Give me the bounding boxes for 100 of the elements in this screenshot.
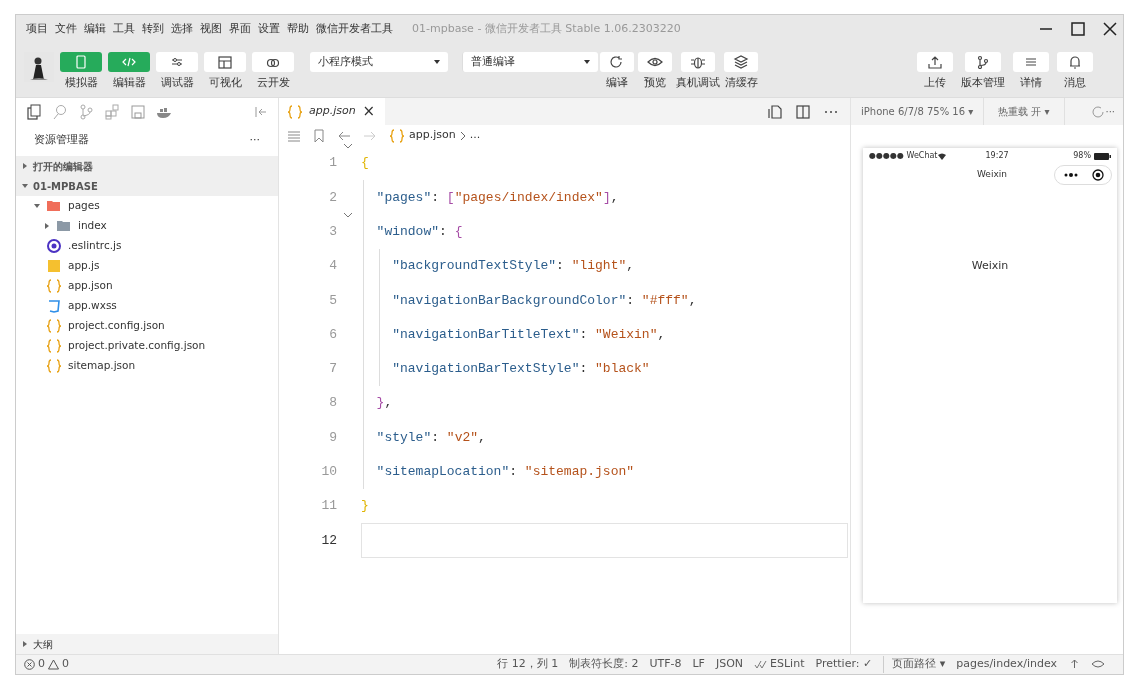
- branch-icon: [975, 55, 991, 69]
- status-item[interactable]: JSON: [715, 656, 744, 673]
- sliders-icon: [169, 55, 185, 69]
- error-count[interactable]: 0: [38, 656, 45, 673]
- menu-item[interactable]: 设置: [258, 20, 280, 38]
- warning-count[interactable]: 0: [62, 656, 69, 673]
- upload-icon: [927, 55, 943, 69]
- code-token: {: [454, 223, 463, 241]
- upload-icon[interactable]: [1068, 658, 1081, 671]
- status-item[interactable]: LF: [692, 656, 705, 673]
- json-file-icon: [46, 318, 62, 334]
- folder-name[interactable]: pages: [68, 198, 100, 214]
- cloud-button[interactable]: [252, 52, 294, 72]
- menu-item[interactable]: 编辑: [84, 20, 106, 38]
- status-item[interactable]: 页面路径 ▾: [883, 656, 946, 673]
- code-token: ,: [610, 188, 619, 207]
- code-token: ,: [626, 257, 635, 276]
- fold-chevron-icon[interactable]: [343, 143, 353, 149]
- line-number: 9: [328, 428, 337, 447]
- bug-button[interactable]: [681, 52, 715, 72]
- file-name[interactable]: app.wxss: [68, 298, 117, 314]
- maximize-icon[interactable]: [1071, 22, 1085, 36]
- section-header[interactable]: 打开的编辑器: [33, 158, 93, 174]
- button-label: 编译: [606, 75, 628, 91]
- close-tab-button[interactable]: ×: [362, 100, 375, 123]
- eye-button[interactable]: [638, 52, 672, 72]
- json-file-icon: [287, 103, 303, 120]
- close-icon[interactable]: [1103, 22, 1117, 36]
- save-icon[interactable]: [130, 103, 146, 120]
- mode-dropdown[interactable]: 小程序模式: [310, 52, 448, 72]
- hot-reload-dropdown[interactable]: 热重载 开 ▾: [984, 98, 1065, 125]
- code-token: "pages": [375, 188, 432, 207]
- button-label: 消息: [1064, 75, 1086, 91]
- menu-item[interactable]: 项目: [26, 20, 48, 38]
- line-number: 5: [328, 291, 337, 310]
- code-token: "backgroundTextStyle": [391, 257, 557, 276]
- editor-tab[interactable]: app.json ×: [279, 98, 385, 125]
- line-number: 11: [320, 497, 337, 516]
- file-name[interactable]: app.js: [68, 258, 100, 274]
- battery-text: 98%: [1073, 150, 1091, 162]
- wifi-icon: [937, 152, 946, 160]
- menu-item[interactable]: 微信开发者工具: [316, 20, 393, 38]
- status-item[interactable]: pages/index/index: [956, 656, 1057, 673]
- menu-item[interactable]: 转到: [142, 20, 164, 38]
- caret-icon: [434, 60, 440, 64]
- eye-icon[interactable]: [1091, 658, 1105, 670]
- more-button[interactable]: ···: [249, 132, 260, 149]
- files-icon[interactable]: [26, 103, 42, 120]
- refresh-icon[interactable]: [1090, 104, 1105, 119]
- search-icon[interactable]: [52, 103, 68, 120]
- file-name[interactable]: sitemap.json: [68, 358, 136, 374]
- more-button[interactable]: ···: [1105, 104, 1123, 119]
- breadcrumb-link[interactable]: app.json: [409, 127, 456, 144]
- device-dropdown[interactable]: iPhone 6/7/8 75% 16 ▾: [851, 98, 985, 125]
- layers-button[interactable]: [724, 52, 758, 72]
- layout-button[interactable]: [204, 52, 246, 72]
- capsule-menu-icon[interactable]: [1054, 165, 1112, 185]
- status-item[interactable]: 制表符长度: 2: [569, 656, 639, 673]
- chevron-icon: [459, 130, 466, 141]
- bell-button[interactable]: [1057, 52, 1093, 72]
- file-name[interactable]: app.json: [68, 278, 113, 294]
- code-token: "Weixin": [595, 325, 658, 344]
- status-item[interactable]: 行 12，列 1: [497, 656, 559, 673]
- section-header[interactable]: 01-MPBASE: [33, 178, 98, 194]
- outline-header[interactable]: 大纲: [33, 636, 53, 652]
- file-name[interactable]: .eslintrc.js: [68, 238, 122, 254]
- file-name[interactable]: project.config.json: [68, 318, 165, 334]
- breadcrumb-link[interactable]: ...: [469, 127, 481, 144]
- menu-item[interactable]: 视图: [200, 20, 222, 38]
- status-item[interactable]: UTF-8: [649, 656, 682, 673]
- collapse-panel-icon[interactable]: [254, 104, 268, 119]
- bookmark-icon[interactable]: [313, 128, 325, 143]
- folder-name[interactable]: index: [78, 218, 107, 234]
- status-item[interactable]: ESLint: [770, 656, 805, 673]
- code-token: ,: [478, 428, 486, 447]
- json-file-icon: [389, 127, 405, 144]
- file-name[interactable]: project.private.config.json: [68, 338, 206, 354]
- code-token: ]: [602, 188, 611, 207]
- back-arrow-icon[interactable]: [337, 129, 351, 142]
- upload-button[interactable]: [917, 52, 953, 72]
- menu-item[interactable]: 选择: [171, 20, 193, 38]
- line-number: 2: [328, 188, 337, 207]
- sliders-button[interactable]: [156, 52, 198, 72]
- menu-item[interactable]: 帮助: [287, 20, 309, 38]
- code-token: "light": [571, 257, 627, 276]
- branch-button[interactable]: [965, 52, 1001, 72]
- refresh-button[interactable]: [600, 52, 634, 72]
- code-token: :: [579, 360, 589, 379]
- menu-item[interactable]: 文件: [55, 20, 77, 38]
- compile-dropdown[interactable]: 普通编译: [462, 52, 598, 72]
- menu-item[interactable]: 工具: [113, 20, 135, 38]
- menu-item[interactable]: 界面: [229, 20, 251, 38]
- page-text: Weixin: [971, 259, 1009, 272]
- split-editor-icon[interactable]: [796, 104, 810, 119]
- lines-button[interactable]: [1013, 52, 1049, 72]
- status-item[interactable]: Prettier: ✓: [815, 656, 873, 673]
- copy-file-icon[interactable]: [768, 104, 782, 119]
- code-button[interactable]: [108, 52, 150, 72]
- error-icon: [24, 659, 35, 670]
- fold-chevron-icon[interactable]: [343, 211, 353, 218]
